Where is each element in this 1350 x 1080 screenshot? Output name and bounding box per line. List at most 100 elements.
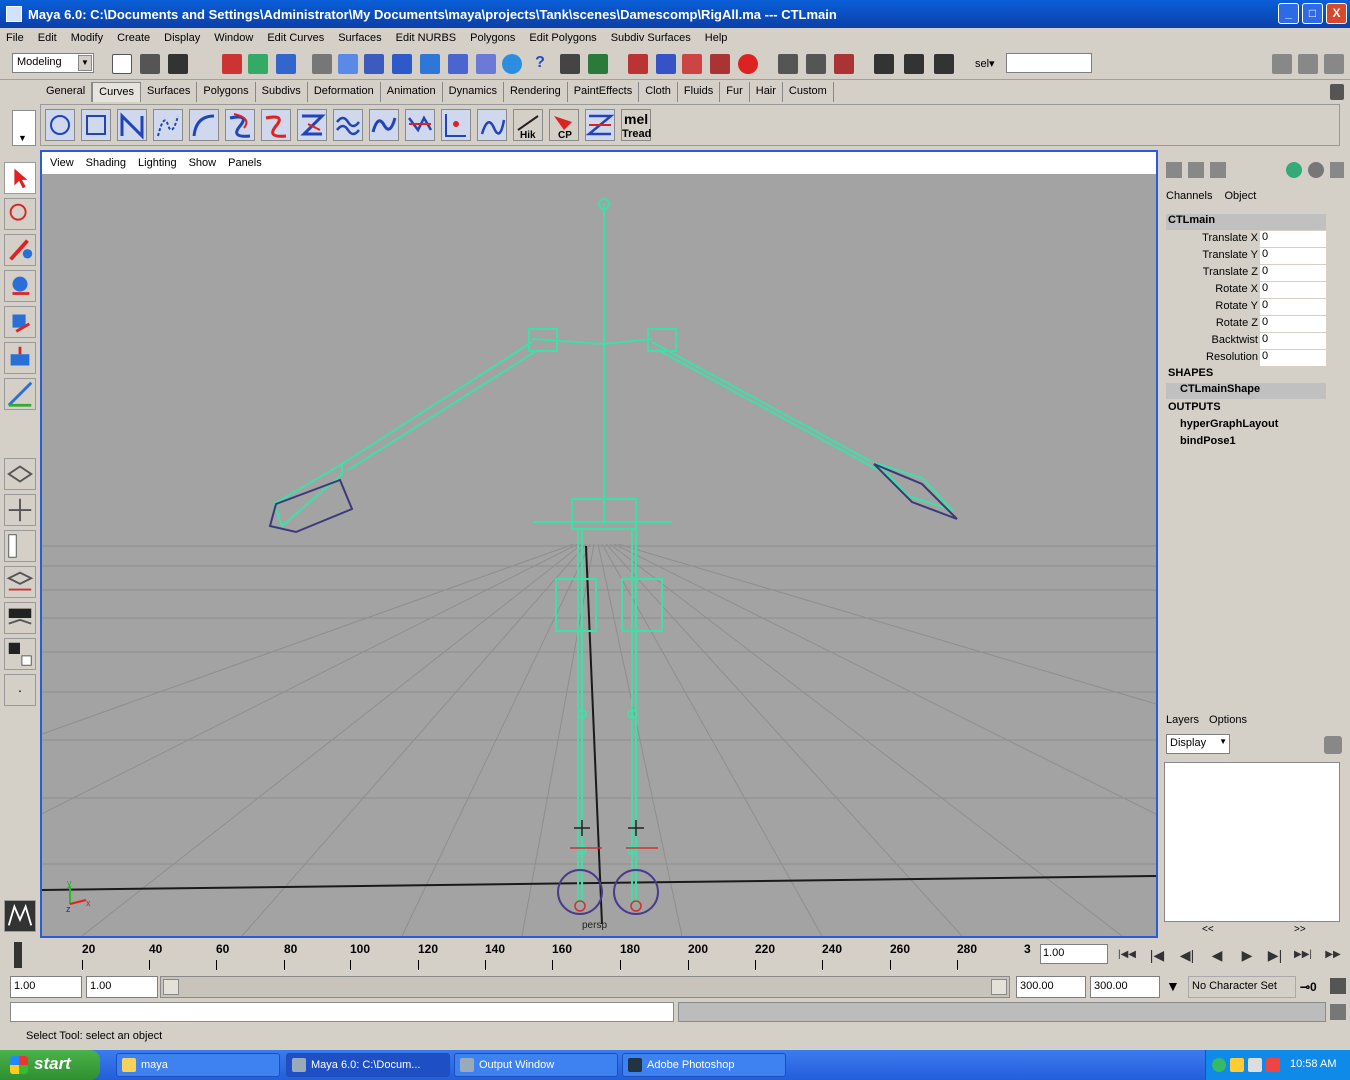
quick-selection-label[interactable]: sel▾ (975, 57, 995, 70)
hypershade-layout-icon[interactable] (4, 602, 36, 634)
smooth-curve-icon[interactable] (369, 109, 399, 141)
cv-curve-icon[interactable] (117, 109, 147, 141)
menu-panels[interactable]: Panels (228, 157, 262, 169)
animation-prefs-icon[interactable] (1330, 978, 1346, 994)
tab-painteffects[interactable]: PaintEffects (568, 82, 640, 102)
menu-help[interactable]: Help (705, 32, 728, 44)
snap-curve-icon[interactable] (656, 54, 676, 74)
move-tool-icon[interactable] (4, 270, 36, 302)
tab-surfaces[interactable]: Surfaces (141, 82, 198, 102)
output-ops-icon[interactable] (806, 54, 826, 74)
quick-selection-field[interactable] (1006, 53, 1092, 73)
character-set-dropdown-arrow[interactable]: ▼ (1166, 978, 1180, 994)
attr-translate-y[interactable]: Translate Y0 (1166, 248, 1326, 265)
render-globals-icon[interactable] (934, 54, 954, 74)
character-set-dropdown[interactable]: No Character Set (1188, 976, 1296, 998)
go-to-end-button[interactable]: ▶▶ (1320, 944, 1346, 966)
tab-curves[interactable]: Curves (92, 82, 141, 102)
channel-box-layers-icon[interactable] (1188, 162, 1204, 178)
attr-rotate-y[interactable]: Rotate Y0 (1166, 299, 1326, 316)
range-slider-bar[interactable] (160, 976, 1010, 998)
script-editor-icon[interactable] (1330, 1004, 1346, 1020)
highlight-selection-icon[interactable] (588, 54, 608, 74)
persp-hypershade-layout-icon[interactable] (4, 638, 36, 670)
perspective-viewport[interactable]: View Shading Lighting Show Panels persp … (40, 150, 1158, 938)
arc-curve-icon[interactable] (189, 109, 219, 141)
menu-display[interactable]: Display (164, 32, 200, 44)
menu-create[interactable]: Create (117, 32, 150, 44)
menu-set-dropdown[interactable]: Modeling ▼ (12, 53, 94, 73)
menu-window[interactable]: Window (214, 32, 253, 44)
tab-subdivs[interactable]: Subdivs (256, 82, 308, 102)
step-back-key-button[interactable]: |◀ (1144, 944, 1170, 966)
show-attribute-editor-icon[interactable] (1272, 54, 1292, 74)
snap-point-icon[interactable] (682, 54, 702, 74)
menu-lighting[interactable]: Lighting (138, 157, 177, 169)
volume-icon[interactable] (1248, 1058, 1262, 1072)
shelf-menu-button[interactable]: ▼ (12, 110, 36, 146)
menu-polygons[interactable]: Polygons (470, 32, 515, 44)
select-object-icon[interactable] (248, 54, 268, 74)
persp-outliner-layout-icon[interactable] (4, 530, 36, 562)
lock-selection-icon[interactable] (560, 54, 580, 74)
range-end-handle[interactable] (991, 979, 1007, 995)
open-scene-icon[interactable] (140, 54, 160, 74)
tab-custom[interactable]: Custom (783, 82, 834, 102)
start-button[interactable]: start (0, 1050, 100, 1080)
hik-icon[interactable]: Hik (513, 109, 543, 141)
detach-curve-icon[interactable] (297, 109, 327, 141)
scroll-right-button[interactable]: >> (1294, 924, 1306, 935)
viewport-canvas[interactable]: persp z x y (42, 174, 1156, 936)
attr-rotate-x[interactable]: Rotate X0 (1166, 282, 1326, 299)
select-misc-icon[interactable]: ? (530, 54, 550, 74)
network-icon[interactable] (1212, 1058, 1226, 1072)
menu-view[interactable]: View (50, 157, 74, 169)
show-tool-settings-icon[interactable] (1298, 54, 1318, 74)
tab-dynamics[interactable]: Dynamics (443, 82, 504, 102)
taskbar-item-output-window[interactable]: Output Window (454, 1053, 618, 1077)
input-ops-icon[interactable] (778, 54, 798, 74)
tab-object[interactable]: Object (1224, 190, 1256, 202)
make-live-icon[interactable] (738, 54, 758, 74)
scale-tool-icon[interactable] (4, 342, 36, 374)
menu-layers[interactable]: Layers (1166, 714, 1199, 726)
attr-rotate-z[interactable]: Rotate Z0 (1166, 316, 1326, 333)
minimize-button[interactable]: _ (1278, 3, 1299, 24)
output-node[interactable]: bindPose1 (1180, 435, 1236, 447)
select-surfaces-icon[interactable] (420, 54, 440, 74)
select-joints-icon[interactable] (364, 54, 384, 74)
mask-menu-icon[interactable] (312, 54, 332, 74)
close-button[interactable]: X (1326, 3, 1347, 24)
attr-value[interactable]: 0 (1260, 316, 1326, 332)
insert-knot-icon[interactable] (441, 109, 471, 141)
layout-options-icon[interactable]: · (4, 674, 36, 706)
time-slider[interactable]: 20 40 60 80 100 120 140 160 180 200 220 … (4, 938, 1031, 974)
tab-hair[interactable]: Hair (750, 82, 783, 102)
select-handles-icon[interactable] (338, 54, 358, 74)
select-curves-icon[interactable] (392, 54, 412, 74)
shape-name[interactable]: CTLmainShape (1166, 383, 1326, 399)
layer-type-dropdown[interactable]: Display ▼ (1166, 734, 1230, 754)
ep-curve-icon[interactable] (153, 109, 183, 141)
attach-curve-icon[interactable] (261, 109, 291, 141)
paint-select-tool-icon[interactable] (4, 234, 36, 266)
select-rendering-icon[interactable] (502, 54, 522, 74)
persp-graph-layout-icon[interactable] (4, 566, 36, 598)
tab-polygons[interactable]: Polygons (197, 82, 256, 102)
auto-key-icon[interactable]: ⊸0 (1300, 980, 1317, 994)
end-time-field[interactable]: 300.00 (1090, 976, 1160, 998)
manipulator-tool-icon[interactable] (4, 378, 36, 410)
four-view-layout-icon[interactable] (4, 494, 36, 526)
tab-deformation[interactable]: Deformation (308, 82, 381, 102)
tab-fur[interactable]: Fur (720, 82, 750, 102)
start-time-field[interactable]: 1.00 (10, 976, 82, 998)
layers-only-icon[interactable] (1210, 162, 1226, 178)
menu-show[interactable]: Show (189, 157, 217, 169)
extend-curve-icon[interactable] (477, 109, 507, 141)
rotate-tool-icon[interactable] (4, 306, 36, 338)
tab-animation[interactable]: Animation (381, 82, 443, 102)
attr-translate-z[interactable]: Translate Z0 (1166, 265, 1326, 282)
menu-edit-curves[interactable]: Edit Curves (267, 32, 324, 44)
maximize-button[interactable]: □ (1302, 3, 1323, 24)
menu-surfaces[interactable]: Surfaces (338, 32, 381, 44)
